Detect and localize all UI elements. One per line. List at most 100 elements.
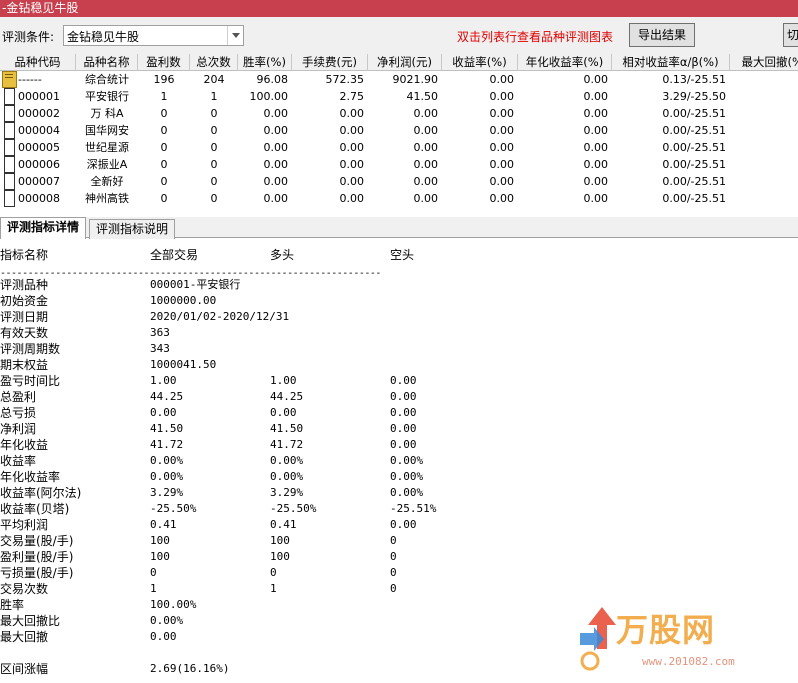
metric-row: 盈利量(股/手) 100 100 0 — [0, 549, 600, 565]
cell-total: 0 — [210, 175, 218, 188]
condition-select-value: 金钻稳见牛股 — [67, 30, 140, 44]
cell-rate: 0.00 — [263, 107, 289, 120]
column-header[interactable]: 总次数 — [190, 54, 238, 71]
column-header[interactable]: 收益率(%) — [442, 54, 518, 71]
metric-row: 年化收益 41.72 41.72 0.00 — [0, 437, 600, 453]
metric-all: 0.00% — [150, 454, 184, 467]
cell-net: 0.00 — [413, 124, 439, 137]
column-header[interactable]: 品种名称 — [76, 54, 138, 71]
column-header[interactable]: 胜率(%) — [238, 54, 292, 71]
metric-short: 0.00 — [390, 422, 417, 435]
metric-short: 0 — [390, 534, 397, 547]
cell-name: 世纪星源 — [85, 141, 129, 154]
cell-code: 000001 — [18, 90, 60, 103]
metric-all: 1.00 — [150, 374, 177, 387]
cell-ret: 0.00 — [489, 175, 515, 188]
metric-long: 0.00% — [270, 454, 304, 467]
cell-ann: 0.00 — [583, 141, 609, 154]
metric-all: 1 — [150, 582, 157, 595]
cell-rate: 96.08 — [256, 73, 289, 86]
metric-all: 41.50 — [150, 422, 184, 435]
metric-row: 初始资金 1000000.00 — [0, 293, 600, 309]
metric-all: 0 — [150, 566, 157, 579]
detail-header-long: 多头 — [270, 248, 295, 262]
detail-header-short: 空头 — [390, 248, 415, 262]
cell-ret: 0.00 — [489, 124, 515, 137]
table-row[interactable]: ------ 综合统计 196 204 96.08 572.35 9021.90 0.00 0.… — [0, 71, 798, 88]
watermark-url: www.201082.com — [642, 655, 735, 668]
metric-row: 最大回撤 0.00 — [0, 629, 600, 645]
metric-all: 000001-平安银行 — [150, 278, 241, 291]
metric-row: 期末权益 1000041.50 — [0, 357, 600, 373]
cell-total: 1 — [210, 90, 218, 103]
column-header[interactable]: 品种代码 — [0, 54, 76, 71]
metric-all: 41.72 — [150, 438, 184, 451]
window-titlebar: -金钻稳见牛股 — [0, 0, 798, 17]
export-button[interactable]: 导出结果 — [629, 23, 695, 47]
column-header[interactable]: 净利润(元) — [368, 54, 442, 71]
cell-total: 0 — [210, 124, 218, 137]
metric-all: 100.00% — [150, 598, 197, 611]
cell-net: 0.00 — [413, 141, 439, 154]
cell-name: 神州高铁 — [85, 192, 129, 205]
cell-win: 1 — [160, 90, 168, 103]
metric-row: 评测周期数 343 — [0, 341, 600, 357]
metric-name: 有效天数 — [0, 326, 49, 340]
metric-all: 1000041.50 — [150, 358, 217, 371]
tab-indicator-details[interactable]: 评测指标详情 — [0, 217, 86, 239]
table-row[interactable]: 000001 平安银行 1 1 100.00 2.75 41.50 0.00 0.00 3.29/… — [0, 88, 798, 105]
metric-row: 最大回撤比 0.00% — [0, 613, 600, 629]
column-header[interactable]: 年化收益率(%) — [518, 54, 612, 71]
column-header[interactable]: 最大回撤(%) — [730, 54, 798, 71]
metric-name: 平均利润 — [0, 518, 49, 532]
column-header[interactable]: 手续费(元) — [292, 54, 368, 71]
metric-all: 100 — [150, 534, 170, 547]
condition-label: 评测条件: — [2, 30, 55, 44]
cell-ret: 0.00 — [489, 141, 515, 154]
metric-name: 收益率 — [0, 454, 37, 468]
cell-win: 0 — [160, 175, 168, 188]
table-row[interactable]: 000002 万 科A 0 0 0.00 0.00 0.00 0.00 0.00 0.00/-25… — [0, 105, 798, 122]
metric-all: 0.41 — [150, 518, 177, 531]
chevron-down-icon[interactable] — [227, 26, 243, 45]
cell-name: 平安银行 — [85, 90, 129, 103]
table-row[interactable]: 000005 世纪星源 0 0 0.00 0.00 0.00 0.00 0.00 0.00/-25… — [0, 139, 798, 156]
column-header[interactable]: 盈利数 — [138, 54, 190, 71]
metric-short: 0 — [390, 550, 397, 563]
tab-indicator-explanation[interactable]: 评测指标说明 — [89, 219, 175, 239]
metric-short: 0.00 — [390, 518, 417, 531]
table-row[interactable]: 000007 全新好 0 0 0.00 0.00 0.00 0.00 0.00 0.00/-25.… — [0, 173, 798, 190]
metric-row: 盈亏时间比 1.00 1.00 0.00 — [0, 373, 600, 389]
watermark: 万股网 www.201082.com — [576, 603, 776, 678]
table-row[interactable]: 000008 神州高铁 0 0 0.00 0.00 0.00 0.00 0.00 0.00/-25… — [0, 190, 798, 207]
metric-long: 100 — [270, 550, 290, 563]
metric-row: 净利润 41.50 41.50 0.00 — [0, 421, 600, 437]
metric-name: 评测周期数 — [0, 342, 61, 356]
cell-dd: 0 — [730, 88, 798, 105]
condition-select[interactable]: 金钻稳见牛股 — [63, 25, 244, 46]
metric-row: 交易次数 1 1 0 — [0, 581, 600, 597]
cell-ret: 0.00 — [489, 192, 515, 205]
cut-button[interactable]: 切 — [783, 23, 798, 47]
table-row[interactable]: 000006 深振业A 0 0 0.00 0.00 0.00 0.00 0.00 0.00/-25… — [0, 156, 798, 173]
cell-win: 0 — [160, 107, 168, 120]
metric-all: 2020/01/02-2020/12/31 — [150, 310, 290, 323]
table-row[interactable]: 000004 国华网安 0 0 0.00 0.00 0.00 0.00 0.00 0.00/-25… — [0, 122, 798, 139]
cell-code: 000006 — [18, 158, 60, 171]
cell-code: 000004 — [18, 124, 60, 137]
cell-code: 000002 — [18, 107, 60, 120]
cell-rel: 3.29/-25.50 — [662, 90, 726, 103]
toolbar: 评测条件: 金钻稳见牛股 双击列表行查看品种评测图表 导出结果 切 — [0, 17, 798, 54]
cell-rate: 0.00 — [263, 192, 289, 205]
column-header[interactable]: 相对收益率α/β(%) — [612, 54, 730, 71]
metric-long: 1 — [270, 582, 277, 595]
metric-name: 盈利量(股/手) — [0, 550, 74, 564]
cell-code: 000007 — [18, 175, 60, 188]
cell-name: 国华网安 — [85, 124, 129, 137]
metric-name: 最大回撤 — [0, 630, 49, 644]
metric-name: 胜率 — [0, 598, 25, 612]
metric-name: 总亏损 — [0, 406, 37, 420]
metric-name: 总盈利 — [0, 390, 37, 404]
cell-net: 9021.90 — [392, 73, 439, 86]
metric-all: 0.00% — [150, 470, 184, 483]
